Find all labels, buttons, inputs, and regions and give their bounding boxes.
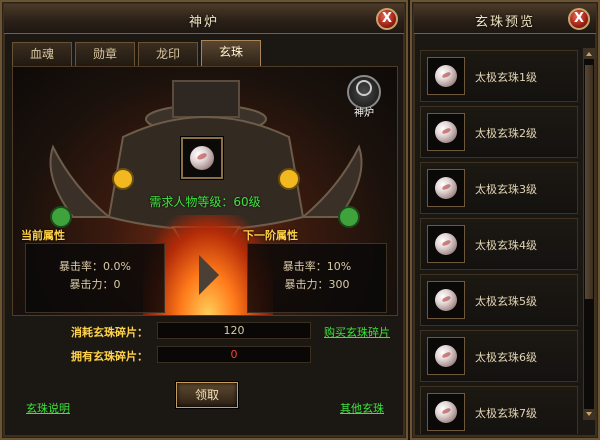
tab-blood-soul[interactable]: 血魂 [12, 42, 72, 66]
orb-name: 太极玄珠7级 [475, 407, 537, 420]
orb-name: 太极玄珠2级 [475, 127, 537, 140]
current-crit-power: 暴击力：0 [69, 278, 121, 291]
next-attr-label: 下一阶属性 [243, 229, 298, 242]
upgrade-arrow-icon [199, 255, 219, 295]
other-orbs-link[interactable]: 其他玄珠 [340, 400, 384, 416]
orb-name: 太极玄珠3级 [475, 183, 537, 196]
orb-list-scrollbar[interactable] [583, 48, 595, 420]
consume-value: 120 [157, 322, 311, 339]
orb-icon-box [427, 225, 465, 263]
own-value: 0 [157, 346, 311, 363]
orb-preview-panel: 玄珠预览 X 太极玄珠1级 太极玄珠2级 太极玄珠3级 太极玄珠4级 太极玄珠5… [410, 0, 600, 440]
orb-preview-titlebar: 玄珠预览 X [414, 4, 596, 34]
orb-icon-box [427, 113, 465, 151]
scroll-up-icon[interactable] [584, 49, 594, 59]
current-attr-label: 当前属性 [21, 229, 65, 242]
orb-icon [435, 121, 457, 143]
list-item[interactable]: 太极玄珠5级 [420, 274, 578, 326]
next-crit-power: 暴击力：300 [284, 278, 350, 291]
orb-slot[interactable] [181, 137, 223, 179]
orb-icon-box [427, 337, 465, 375]
next-attr-box: 暴击率：10% 暴击力：300 [247, 243, 387, 313]
furnace-titlebar: 神炉 X [4, 4, 404, 34]
list-item[interactable]: 太极玄珠2级 [420, 106, 578, 158]
furnace-close-button[interactable]: X [376, 8, 398, 30]
orb-icon [435, 233, 457, 255]
list-item[interactable]: 太极玄珠6级 [420, 330, 578, 382]
furnace-scene: 神炉 需求人物等级：60级 当前属性 下一阶属性 暴击率：0.0% 暴击力：0 … [12, 66, 398, 316]
orb-help-link[interactable]: 玄珠说明 [26, 400, 70, 416]
scroll-thumb[interactable] [585, 65, 593, 299]
orb-icon-box [427, 281, 465, 319]
orb-icon [435, 401, 457, 423]
orb-preview-list: 太极玄珠1级 太极玄珠2级 太极玄珠3级 太极玄珠4级 太极玄珠5级 太极玄珠6… [420, 44, 578, 434]
orb-icon-box [427, 169, 465, 207]
orb-icon [435, 289, 457, 311]
list-item[interactable]: 太极玄珠4级 [420, 218, 578, 270]
orb-name: 太极玄珠6级 [475, 351, 537, 364]
furnace-title: 神炉 [188, 15, 219, 30]
claim-button[interactable]: 领取 [176, 382, 238, 408]
furnace-panel: 神炉 X 血魂 勋章 龙印 玄珠 神炉 需求人物等级：60级 当前属性 下一阶属… [0, 0, 408, 440]
orb-icon-box [427, 393, 465, 431]
current-attr-box: 暴击率：0.0% 暴击力：0 [25, 243, 165, 313]
list-item[interactable]: 太极玄珠3级 [420, 162, 578, 214]
furnace-badge-label: 神炉 [354, 108, 374, 119]
scroll-down-icon[interactable] [584, 409, 594, 419]
current-crit-rate: 暴击率：0.0% [59, 260, 131, 273]
furnace-tabs: 血魂 勋章 龙印 玄珠 [12, 40, 261, 66]
orb-icon [435, 65, 457, 87]
furnace-badge: 神炉 [347, 75, 381, 119]
consume-label: 消耗玄珠碎片： [71, 326, 148, 339]
orb-name: 太极玄珠1级 [475, 71, 537, 84]
orb-preview-close-button[interactable]: X [568, 8, 590, 30]
orb-name: 太极玄珠4级 [475, 239, 537, 252]
own-label: 拥有玄珠碎片： [71, 350, 148, 363]
tab-mystic-orb[interactable]: 玄珠 [201, 40, 261, 66]
list-item[interactable]: 太极玄珠7级 [420, 386, 578, 434]
orb-preview-title: 玄珠预览 [474, 15, 535, 30]
orb-icon [190, 146, 214, 170]
next-crit-rate: 暴击率：10% [282, 260, 352, 273]
furnace-badge-icon [356, 80, 372, 96]
buy-shards-link[interactable]: 购买玄珠碎片 [324, 324, 390, 340]
orb-name: 太极玄珠5级 [475, 295, 537, 308]
tab-dragon-seal[interactable]: 龙印 [138, 42, 198, 66]
orb-icon-box [427, 57, 465, 95]
level-requirement: 需求人物等级：60级 [149, 195, 261, 209]
tab-medal[interactable]: 勋章 [75, 42, 135, 66]
orb-icon [435, 177, 457, 199]
orb-icon [435, 345, 457, 367]
list-item[interactable]: 太极玄珠1级 [420, 50, 578, 102]
